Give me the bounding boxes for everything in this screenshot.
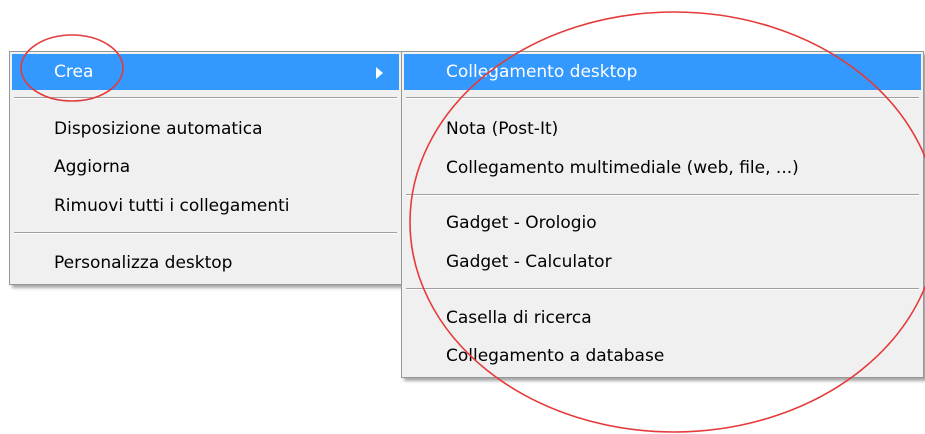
menu-item-rimuovi-collegamenti[interactable]: Rimuovi tutti i collegamenti [12,188,399,224]
submenu-item-nota-post-it[interactable]: Nota (Post-It) [404,111,921,147]
menu-item-personalizza-desktop[interactable]: Personalizza desktop [12,245,399,281]
menu-item-label: Disposizione automatica [54,119,263,139]
submenu-item-collegamento-database[interactable]: Collegamento a database [404,338,921,374]
menu-item-label: Casella di ricerca [446,308,592,328]
menu-item-label: Crea [54,62,94,82]
menu-item-label: Collegamento desktop [446,62,638,82]
menu-separator [14,97,397,99]
menu-item-label: Collegamento a database [446,346,665,366]
crea-submenu: Collegamento desktop Nota (Post-It) Coll… [401,51,924,378]
submenu-item-gadget-orologio[interactable]: Gadget - Orologio [404,205,921,241]
submenu-item-collegamento-multimediale[interactable]: Collegamento multimediale (web, file, ..… [404,150,921,186]
menu-item-label: Personalizza desktop [54,253,233,273]
menu-separator [406,194,919,196]
submenu-item-gadget-calculator[interactable]: Gadget - Calculator [404,244,921,280]
submenu-item-casella-ricerca[interactable]: Casella di ricerca [404,300,921,336]
menu-separator [14,232,397,234]
menu-item-label: Nota (Post-It) [446,119,559,139]
menu-item-aggiorna[interactable]: Aggiorna [12,149,399,185]
menu-separator [406,288,919,290]
menu-item-label: Rimuovi tutti i collegamenti [54,196,290,216]
desktop-context-menu: Crea Disposizione automatica Aggiorna Ri… [9,51,402,285]
submenu-item-collegamento-desktop[interactable]: Collegamento desktop [404,54,921,90]
menu-item-crea[interactable]: Crea [12,54,399,90]
menu-item-label: Gadget - Orologio [446,213,597,233]
menu-item-label: Collegamento multimediale (web, file, ..… [446,158,799,178]
menu-item-label: Gadget - Calculator [446,252,612,272]
menu-item-disposizione-automatica[interactable]: Disposizione automatica [12,111,399,147]
submenu-arrow-icon [376,67,383,79]
menu-item-label: Aggiorna [54,157,131,177]
menu-separator [406,97,919,99]
